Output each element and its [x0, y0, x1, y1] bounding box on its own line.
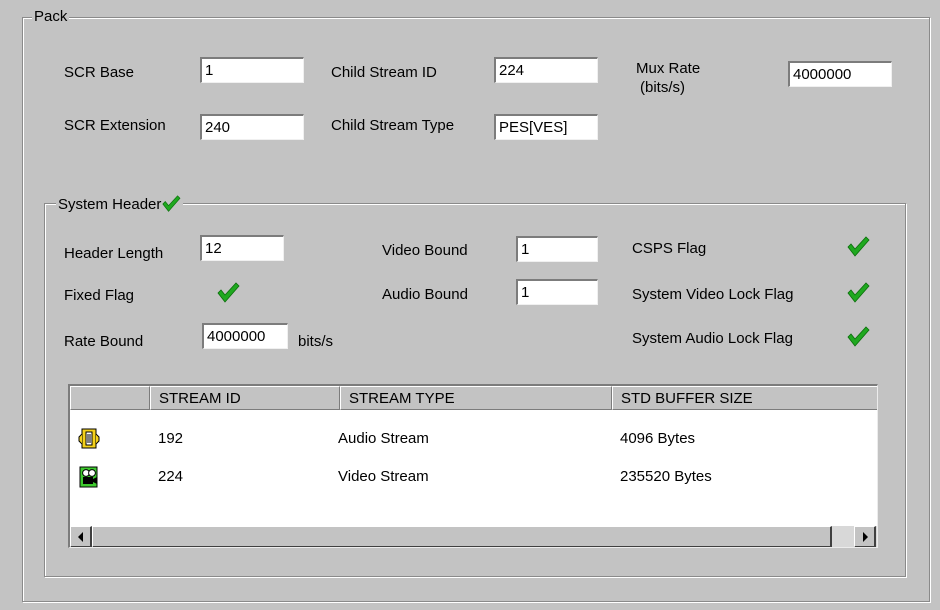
column-header-std-buffer-size[interactable]: STD BUFFER SIZE [612, 386, 877, 410]
rate-bound-label: Rate Bound [64, 333, 144, 350]
csps-flag-check-icon[interactable] [846, 236, 870, 258]
fixed-flag-check-icon[interactable] [216, 282, 240, 304]
column-header-stream-type[interactable]: STREAM TYPE [340, 386, 612, 410]
system-header-legend: System Header [56, 195, 184, 213]
buffer-size-cell: 4096 Bytes [620, 430, 696, 447]
pack-legend: Pack [32, 8, 70, 25]
scroll-left-button[interactable] [70, 526, 92, 547]
scroll-thumb[interactable] [92, 526, 832, 547]
mux-rate-field[interactable]: 4000000 [788, 61, 892, 87]
header-length-field[interactable]: 12 [200, 235, 284, 261]
system-audio-lock-flag-check-icon[interactable] [846, 326, 870, 348]
stream-type-cell: Audio Stream [338, 430, 429, 447]
system-video-lock-flag-check-icon[interactable] [846, 282, 870, 304]
horizontal-scrollbar[interactable] [70, 526, 877, 547]
csps-flag-label: CSPS Flag [632, 240, 707, 257]
system-audio-lock-flag-label: System Audio Lock Flag [632, 330, 793, 347]
audio-bound-field[interactable]: 1 [516, 279, 598, 305]
arrow-right-icon [863, 532, 868, 542]
system-header-check-icon[interactable] [161, 195, 181, 213]
audio-bound-label: Audio Bound [382, 286, 468, 303]
stream-id-cell: 192 [158, 430, 184, 447]
stream-list-view[interactable]: STREAM ID STREAM TYPE STD BUFFER SIZE 19… [68, 384, 878, 548]
stream-id-cell: 224 [158, 468, 184, 485]
system-video-lock-flag-label: System Video Lock Flag [632, 286, 794, 303]
column-header-icon[interactable] [70, 386, 150, 410]
buffer-size-cell: 235520 Bytes [620, 468, 712, 485]
stream-type-cell: Video Stream [338, 468, 429, 485]
table-row[interactable]: 224 Video Stream 235520 Bytes [70, 464, 877, 492]
table-row[interactable]: 192 Audio Stream 4096 Bytes [70, 426, 877, 454]
scr-base-label: SCR Base [64, 64, 135, 81]
fixed-flag-label: Fixed Flag [64, 287, 135, 304]
video-bound-field[interactable]: 1 [516, 236, 598, 262]
rate-bound-field[interactable]: 4000000 [202, 323, 288, 349]
video-stream-icon [79, 466, 98, 488]
rate-bound-unit: bits/s [298, 333, 334, 350]
video-bound-label: Video Bound [382, 242, 468, 259]
column-header-stream-id[interactable]: STREAM ID [150, 386, 340, 410]
arrow-left-icon [78, 532, 83, 542]
header-length-label: Header Length [64, 245, 164, 262]
mux-rate-label: Mux Rate [636, 60, 701, 77]
system-header-legend-text: System Header [58, 196, 162, 213]
audio-stream-icon [78, 428, 100, 449]
scroll-right-button[interactable] [854, 526, 876, 547]
child-stream-id-label: Child Stream ID [331, 64, 437, 81]
scr-extension-label: SCR Extension [64, 117, 166, 134]
child-stream-id-field[interactable]: 224 [494, 57, 598, 83]
mux-rate-unit-label: (bits/s) [640, 79, 685, 96]
stream-table-header: STREAM ID STREAM TYPE STD BUFFER SIZE [70, 386, 877, 410]
scr-extension-field[interactable]: 240 [200, 114, 304, 140]
scr-base-field[interactable]: 1 [200, 57, 304, 83]
child-stream-type-field[interactable]: PES[VES] [494, 114, 598, 140]
child-stream-type-label: Child Stream Type [331, 117, 455, 134]
